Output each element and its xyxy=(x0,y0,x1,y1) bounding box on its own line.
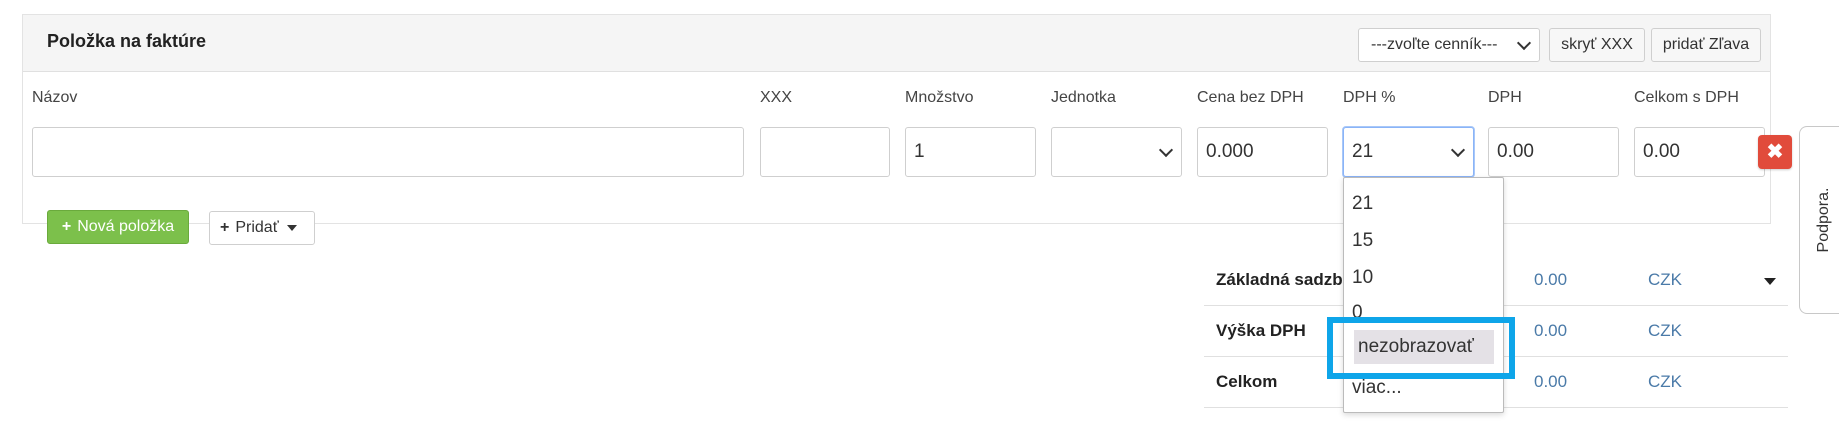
support-tab[interactable]: Podpora. xyxy=(1799,126,1839,314)
new-item-button[interactable]: + Nová položka xyxy=(47,210,189,244)
summary-value: 0.00 xyxy=(1534,372,1568,391)
plus-icon: + xyxy=(61,218,72,235)
dropdown-option[interactable]: 21 xyxy=(1352,193,1373,215)
col-label-unit: Jednotka xyxy=(1051,89,1116,106)
vat-percent-select[interactable]: 21 xyxy=(1343,127,1474,177)
col-label-price: Cena bez DPH xyxy=(1197,89,1304,106)
summary-label: Základná sadzba xyxy=(1216,270,1353,289)
summary-value: 0.00 xyxy=(1534,270,1568,289)
summary-value: 0.00 xyxy=(1534,321,1568,340)
vat-percent-value: 21 xyxy=(1352,141,1374,162)
col-label-vat-percent: DPH % xyxy=(1343,89,1396,106)
chevron-down-icon xyxy=(1450,142,1466,158)
support-tab-label: Podpora. xyxy=(1814,187,1832,253)
name-input[interactable] xyxy=(32,127,744,177)
col-label-xxx: XXX xyxy=(760,89,793,106)
dropdown-option[interactable]: viac... xyxy=(1352,377,1402,399)
pricelist-select-value: ---zvoľte cenník--- xyxy=(1371,36,1498,53)
summary-currency: CZK xyxy=(1648,372,1682,391)
dropdown-option[interactable]: 10 xyxy=(1352,267,1373,289)
summary-label: Celkom xyxy=(1216,372,1278,391)
summary-currency: CZK xyxy=(1648,321,1682,340)
col-label-quantity: Množstvo xyxy=(905,89,974,106)
col-label-total: Celkom s DPH xyxy=(1634,89,1739,106)
chevron-down-icon xyxy=(1158,142,1174,158)
pricelist-select[interactable]: ---zvoľte cenník--- xyxy=(1358,28,1540,62)
panel-title: Položka na faktúre xyxy=(47,31,207,51)
delete-row-button[interactable]: ✖ xyxy=(1758,135,1792,169)
highlight-box xyxy=(1327,317,1515,379)
total-input[interactable]: 0.00 xyxy=(1634,127,1765,177)
col-label-name: Názov xyxy=(32,89,78,106)
add-label: Pridať xyxy=(235,219,279,236)
caret-down-icon xyxy=(286,224,297,231)
summary-currency: CZK xyxy=(1648,270,1682,289)
unit-select[interactable] xyxy=(1051,127,1182,177)
price-input[interactable]: 0.000 xyxy=(1197,127,1328,177)
hide-xxx-button[interactable]: skryť XXX xyxy=(1549,28,1645,62)
close-icon: ✖ xyxy=(1766,141,1784,163)
col-label-vat: DPH xyxy=(1488,89,1522,106)
plus-icon: + xyxy=(220,219,230,236)
dropdown-option[interactable]: 15 xyxy=(1352,230,1373,252)
caret-down-icon[interactable] xyxy=(1764,278,1776,285)
add-dropdown-button[interactable]: + Pridať xyxy=(209,211,315,245)
summary-label: Výška DPH xyxy=(1216,321,1306,340)
add-discount-button[interactable]: pridať Zľava xyxy=(1651,28,1761,62)
quantity-input[interactable]: 1 xyxy=(905,127,1036,177)
xxx-input[interactable] xyxy=(760,127,890,177)
chevron-down-icon xyxy=(1516,35,1532,51)
vat-input[interactable]: 0.00 xyxy=(1488,127,1619,177)
new-item-label: Nová položka xyxy=(77,218,175,235)
